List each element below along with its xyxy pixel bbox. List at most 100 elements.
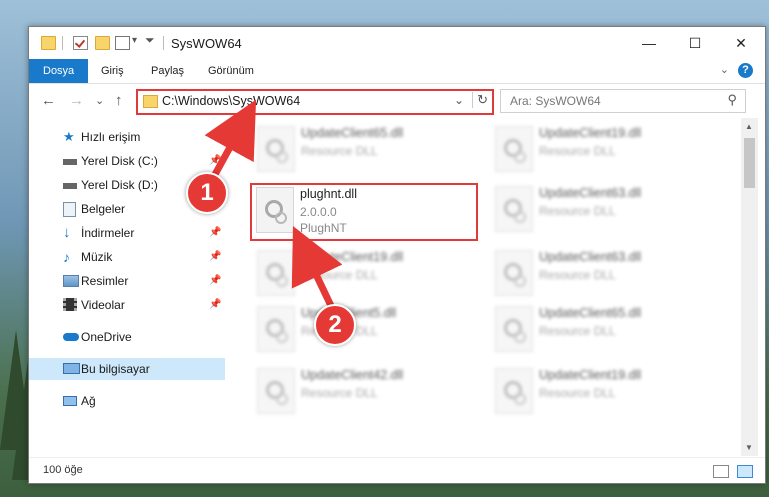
search-input[interactable]: Ara: SysWOW64 ⚲ <box>500 89 746 113</box>
dll-file-icon <box>256 187 294 233</box>
picture-icon <box>63 275 79 287</box>
scrollbar-thumb[interactable] <box>744 138 755 188</box>
dll-file-icon <box>495 186 533 232</box>
tab-view[interactable]: Görünüm <box>198 59 264 83</box>
cloud-icon <box>63 333 79 341</box>
list-item[interactable]: UpdateClient19.dll Resource DLL <box>491 124 721 178</box>
sidebar-item-label: Hızlı erişim <box>81 130 141 144</box>
maximize-button[interactable]: ☐ <box>672 27 718 59</box>
sidebar-item-label: Yerel Disk (D:) <box>81 178 158 192</box>
sidebar-item-label: Ağ <box>81 394 96 408</box>
sidebar-item-videos[interactable]: Videolar 📌 <box>29 294 225 316</box>
sidebar-item-local-disk-c[interactable]: Yerel Disk (C:) 📌 <box>29 150 225 172</box>
sidebar-item-music[interactable]: ♪ Müzik 📌 <box>29 246 225 268</box>
list-item[interactable]: UpdateClient63.dll Resource DLL <box>491 248 721 302</box>
file-list: UpdateClient65.dll Resource DLL plughnt.… <box>249 118 739 456</box>
sidebar-item-label: Videolar <box>81 298 125 312</box>
sidebar-item-label: İndirmeler <box>81 226 135 240</box>
dll-file-icon <box>495 368 533 414</box>
callout-badge-2: 2 <box>314 304 356 346</box>
details-view-icon[interactable] <box>713 465 729 478</box>
pin-icon[interactable]: 📌 <box>209 294 221 316</box>
folder-icon <box>143 95 158 108</box>
dll-file-icon <box>495 126 533 172</box>
address-path[interactable]: C:\Windows\SysWOW64 <box>162 94 300 108</box>
ribbon-collapse-icon[interactable]: ⌄ <box>720 63 729 76</box>
item-count: 100 öğe <box>43 464 83 476</box>
minimize-button[interactable]: — <box>626 27 672 59</box>
sidebar-item-this-pc[interactable]: Bu bilgisayar <box>29 358 225 380</box>
back-button[interactable]: ← <box>41 92 56 109</box>
list-item[interactable]: UpdateClient63.dll Resource DLL <box>491 184 721 238</box>
chevron-down-icon[interactable]: ▾ <box>132 35 137 46</box>
sidebar-item-downloads[interactable]: ↓ İndirmeler 📌 <box>29 222 225 244</box>
network-icon <box>63 396 77 406</box>
dll-file-icon <box>257 306 295 352</box>
large-icons-view-icon[interactable] <box>737 465 753 478</box>
list-item[interactable]: UpdateClient5.dll Resource DLL <box>253 304 483 358</box>
properties-icon[interactable] <box>73 36 88 50</box>
forward-button[interactable]: → <box>69 92 84 109</box>
sidebar-item-label: Belgeler <box>81 202 126 216</box>
tab-file[interactable]: Dosya <box>29 59 89 83</box>
window-title: SysWOW64 <box>171 36 242 51</box>
up-button[interactable]: ↑ <box>115 92 123 109</box>
pin-icon[interactable]: 📌 <box>209 222 221 244</box>
navigation-pane: ★ Hızlı erişim Yerel Disk (C:) 📌 Yerel D… <box>29 118 225 456</box>
scroll-up-icon[interactable]: ▲ <box>745 122 753 131</box>
sidebar-item-label: Müzik <box>81 250 113 264</box>
tab-home[interactable]: Giriş <box>91 59 134 83</box>
sidebar-item-quick-access[interactable]: ★ Hızlı erişim <box>29 126 225 148</box>
video-icon <box>63 298 77 311</box>
customize-toolbar-icon[interactable]: ⏷ <box>145 33 155 48</box>
sidebar-item-network[interactable]: Ağ <box>29 390 225 412</box>
dll-file-icon <box>257 126 295 172</box>
list-item-plughnt-dll[interactable]: plughnt.dll 2.0.0.0 PlughNT <box>250 183 478 241</box>
file-name: plughnt.dll <box>300 187 357 201</box>
list-item[interactable]: UpdateClient19.dll Resource DLL <box>491 366 721 420</box>
pin-icon[interactable]: 📌 <box>209 150 221 172</box>
navigation-bar: ← → ⌄ ↑ C:\Windows\SysWOW64 ⌄ ↻ Ara: Sys… <box>29 84 765 118</box>
callout-badge-1: 1 <box>186 172 228 214</box>
tab-share[interactable]: Paylaş <box>141 59 194 83</box>
sidebar-item-label: Bu bilgisayar <box>81 362 150 376</box>
divider <box>163 36 164 50</box>
help-icon[interactable]: ? <box>738 63 753 78</box>
refresh-icon[interactable]: ↻ <box>472 92 488 108</box>
list-item[interactable]: UpdateClient65.dll Resource DLL <box>253 124 483 178</box>
recent-locations-button[interactable]: ⌄ <box>95 94 104 107</box>
search-placeholder: Ara: SysWOW64 <box>510 94 601 108</box>
sidebar-item-label: OneDrive <box>81 330 132 344</box>
drive-icon <box>63 183 77 189</box>
list-item[interactable]: UpdateClient19.dll Resource DLL <box>253 248 483 302</box>
dll-file-icon <box>257 368 295 414</box>
divider <box>62 36 63 50</box>
address-bar[interactable]: C:\Windows\SysWOW64 ⌄ ↻ <box>136 89 494 115</box>
computer-icon <box>63 363 80 374</box>
sidebar-item-onedrive[interactable]: OneDrive <box>29 326 225 348</box>
search-icon[interactable]: ⚲ <box>727 92 737 108</box>
dll-file-icon <box>495 250 533 296</box>
sidebar-item-label: Yerel Disk (C:) <box>81 154 158 168</box>
view-options-icon[interactable] <box>115 36 130 50</box>
drive-icon <box>63 159 77 165</box>
sidebar-item-pictures[interactable]: Resimler 📌 <box>29 270 225 292</box>
file-version: 2.0.0.0 <box>300 205 337 219</box>
list-item[interactable]: UpdateClient65.dll Resource DLL <box>491 304 721 358</box>
document-icon <box>63 202 76 217</box>
sidebar-item-label: Resimler <box>81 274 129 288</box>
ribbon: Dosya Giriş Paylaş Görünüm ⌄ ? <box>29 59 765 84</box>
title-bar: ▾ ⏷ SysWOW64 — ☐ ✕ <box>29 27 765 59</box>
pin-icon[interactable]: 📌 <box>209 270 221 292</box>
download-icon: ↓ <box>63 224 71 241</box>
vertical-scrollbar[interactable]: ▲ ▼ <box>741 118 758 456</box>
music-icon: ♪ <box>63 249 70 265</box>
pin-icon[interactable]: 📌 <box>209 246 221 268</box>
close-button[interactable]: ✕ <box>718 27 764 59</box>
scroll-down-icon[interactable]: ▼ <box>745 443 753 452</box>
star-icon: ★ <box>63 129 75 144</box>
address-dropdown-icon[interactable]: ⌄ <box>454 93 464 107</box>
new-folder-icon[interactable] <box>95 36 110 50</box>
dll-file-icon <box>257 250 295 296</box>
list-item[interactable]: UpdateClient42.dll Resource DLL <box>253 366 483 420</box>
